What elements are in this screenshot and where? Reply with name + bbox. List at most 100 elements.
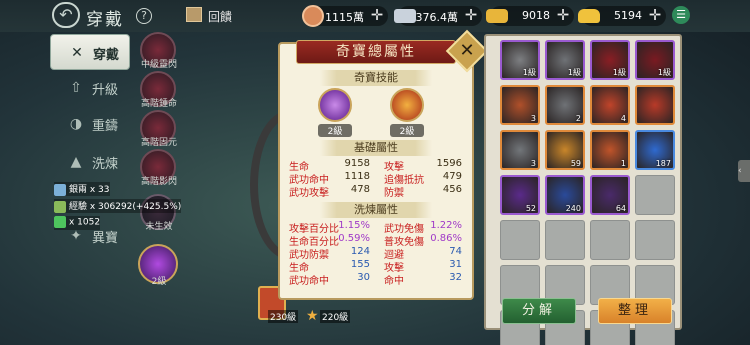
inventory-item[interactable]: 3	[500, 130, 540, 170]
buff-other-text: x 1052	[69, 217, 101, 228]
slot-4-label: 高階影閃	[140, 177, 177, 187]
decompose-button[interactable]: 分解	[502, 298, 576, 324]
inventory-item[interactable]: 240	[545, 175, 585, 215]
item-count: 2	[575, 114, 581, 123]
item-count: 1	[620, 159, 626, 168]
exp-buff-icon	[54, 200, 66, 213]
fire-skill-icon[interactable]	[390, 88, 424, 122]
slot-2-label: 高階鍾命	[140, 99, 177, 109]
list-icon[interactable]: ☰	[672, 6, 690, 24]
chevron-left-icon[interactable]: ‹	[738, 160, 750, 182]
empty-slot[interactable]	[635, 220, 675, 260]
item-count: 1級	[522, 68, 536, 77]
menu-upgrade[interactable]: ⇧ 升級	[50, 70, 130, 106]
item-count: 1級	[612, 68, 626, 77]
menu-wear-label: 穿戴	[93, 48, 120, 63]
silver-ingot-icon	[394, 9, 416, 23]
menu-refine[interactable]: ▲ 洗煉	[50, 144, 130, 180]
ingot-icon	[578, 9, 600, 23]
stat-value: 0.86%	[430, 233, 462, 244]
stat-value: 1.15%	[338, 220, 370, 231]
feedback-label[interactable]: 回饋	[208, 8, 232, 25]
inventory-item[interactable]: 1級	[500, 40, 540, 80]
empty-slot[interactable]	[500, 220, 540, 260]
inventory-item[interactable]: 59	[545, 130, 585, 170]
stat-value: 74	[449, 246, 462, 257]
gold-plus-button[interactable]: ✛	[555, 8, 571, 24]
stat-value: 478	[350, 184, 370, 195]
inventory-item[interactable]: 64	[590, 175, 630, 215]
gold-value: 9018	[522, 9, 550, 22]
sort-button[interactable]: 整理	[598, 298, 672, 324]
close-icon: ✕	[459, 40, 475, 61]
copper-plus-button[interactable]: ✛	[369, 8, 385, 24]
ingot-plus-button[interactable]: ✛	[647, 8, 663, 24]
base-section-title: 基礎屬性	[320, 140, 432, 156]
level-badge-230: 230級	[268, 310, 299, 323]
empty-slot[interactable]	[635, 175, 675, 215]
buff-silver-text: 銀兩 x 33	[69, 185, 110, 195]
skill-2-level: 2級	[390, 124, 424, 137]
star-icon: ★	[306, 308, 319, 324]
page-title: 穿戴	[86, 10, 124, 30]
silver-value: 376.4萬	[415, 11, 459, 24]
item-count: 52	[525, 204, 536, 213]
slot-6-label: 2級	[151, 277, 167, 287]
stat-value: 155	[350, 259, 370, 270]
stat-name: 武功攻擊	[289, 188, 329, 199]
menu-refine-label: 洗煉	[92, 157, 119, 172]
green-buff-icon	[54, 216, 66, 228]
ingot-value: 5194	[614, 9, 642, 22]
buff-exp: 經驗 x 306292(+425.5%)	[54, 199, 182, 213]
inventory-item[interactable]: 187	[635, 130, 675, 170]
back-button[interactable]: ↶	[52, 2, 80, 28]
inventory-item[interactable]: 1級	[590, 40, 630, 80]
purple-orb-icon[interactable]	[318, 88, 352, 122]
skill-section-title: 奇寶技能	[320, 70, 432, 86]
inventory-item[interactable]: 2	[545, 85, 585, 125]
inventory-item[interactable]: 1級	[635, 40, 675, 80]
skill-1-level: 2級	[318, 124, 352, 137]
inventory-item[interactable]: 1級	[545, 40, 585, 80]
item-count: 1級	[657, 68, 671, 77]
empty-slot[interactable]	[590, 220, 630, 260]
item-count: 3	[530, 114, 536, 123]
help-icon[interactable]: ?	[136, 8, 152, 24]
resource-gold: 9018 ✛	[486, 6, 574, 26]
inventory-item[interactable]: 3	[500, 85, 540, 125]
inventory-item[interactable]: 4	[590, 85, 630, 125]
item-count: 64	[615, 204, 626, 213]
slot-3-label: 高階固元	[140, 138, 177, 148]
item-count: 187	[655, 159, 671, 168]
buff-silver: 銀兩 x 33	[54, 182, 110, 196]
stat-value: 32	[449, 272, 462, 283]
item-count: 59	[570, 159, 581, 168]
resource-silver: 376.4萬 ✛	[394, 6, 482, 26]
inventory-item[interactable]	[635, 85, 675, 125]
silver-buff-icon	[54, 183, 66, 196]
inventory-item[interactable]: 1	[590, 130, 630, 170]
item-count: 1級	[567, 68, 581, 77]
menu-wear[interactable]: ✕ 穿戴	[50, 34, 130, 70]
item-count: 3	[530, 159, 536, 168]
inventory-item[interactable]: 52	[500, 175, 540, 215]
menu-upgrade-label: 升級	[92, 83, 119, 98]
back-arrow-icon: ↶	[59, 5, 73, 24]
treasure-icon: ✦	[70, 228, 82, 244]
empty-slot[interactable]	[545, 220, 585, 260]
crossed-swords-icon: ✕	[71, 45, 83, 61]
resource-ingot: 5194 ✛	[578, 6, 666, 26]
stat-value: 30	[357, 272, 370, 283]
up-arrow-icon: ⇧	[70, 80, 82, 96]
gift-icon[interactable]	[186, 7, 202, 22]
menu-recast[interactable]: ◑ 重鑄	[50, 106, 130, 142]
silver-plus-button[interactable]: ✛	[463, 8, 479, 24]
slot-1-label: 中級靈閃	[140, 60, 177, 70]
stat-value: 1596	[436, 158, 462, 169]
resource-copper: 1115萬 ✛	[302, 5, 388, 27]
stat-name: 武功命中	[289, 276, 329, 287]
menu-recast-label: 重鑄	[92, 119, 119, 134]
stat-value: 1118	[344, 171, 370, 182]
copper-coin-icon	[302, 5, 324, 27]
panel-title: 奇寶總屬性	[296, 40, 456, 64]
